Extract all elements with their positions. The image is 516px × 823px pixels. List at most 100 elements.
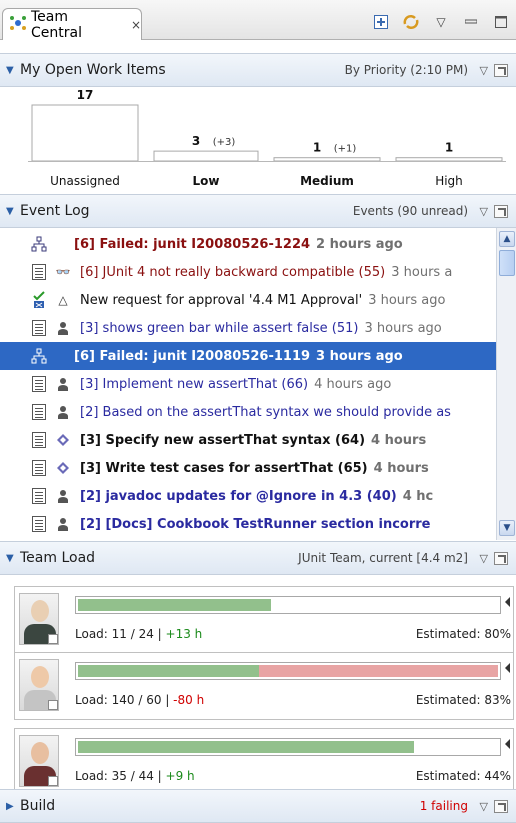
section-menu-icon[interactable]: ▽ xyxy=(480,552,488,565)
bar-value-label: 17 xyxy=(77,89,94,102)
event-log-title: Event Log xyxy=(20,203,90,219)
load-bar xyxy=(75,596,501,614)
expand-triangle-icon[interactable]: ▼ xyxy=(6,65,20,76)
sync-icon[interactable] xyxy=(402,14,420,30)
maximize-icon[interactable] xyxy=(492,14,510,30)
event-log-row[interactable]: [3] Write test cases for assertThat (65)… xyxy=(0,454,496,482)
event-log-text: [3] Write test cases for assertThat (65) xyxy=(80,460,368,476)
status-badge xyxy=(48,700,58,710)
event-log-summary[interactable]: Events (90 unread) xyxy=(353,204,468,218)
scroll-up-icon[interactable]: ▲ xyxy=(499,231,515,247)
load-delta: +13 h xyxy=(165,627,203,641)
person-icon xyxy=(54,319,72,337)
event-log-text: [2] Based on the assertThat syntax we sh… xyxy=(80,404,451,420)
view-menu-icon[interactable]: ▽ xyxy=(432,14,450,30)
event-log-row[interactable]: △ New request for approval '4.4 M1 Approv… xyxy=(0,286,496,314)
event-time-ago: 3 hours ago xyxy=(368,292,446,308)
bar-unassigned xyxy=(31,104,139,162)
event-time-ago: 3 hours ago xyxy=(316,348,403,364)
scroll-down-icon[interactable]: ▼ xyxy=(499,520,515,536)
event-time-ago: 4 hours ago xyxy=(314,376,392,392)
event-time-ago: 4 hc xyxy=(402,488,434,504)
load-bar xyxy=(75,662,501,680)
event-log-row[interactable]: [3] shows green bar while assert false (… xyxy=(0,314,496,342)
approval-icon xyxy=(30,291,48,309)
event-log-row[interactable]: [3] Specify new assertThat syntax (64) 4 … xyxy=(0,426,496,454)
event-log-text: [3] Implement new assertThat (66) xyxy=(80,376,309,392)
build-icon xyxy=(30,235,48,253)
open-editor-icon[interactable] xyxy=(494,204,508,218)
build-summary[interactable]: 1 failing xyxy=(420,799,468,813)
bar-change-label: (+3) xyxy=(213,137,236,148)
event-log-row[interactable]: [2] Based on the assertThat syntax we sh… xyxy=(0,398,496,426)
load-summary: Load: 11 / 24 | +13 h xyxy=(75,627,203,641)
bar-value-label: 1 xyxy=(313,141,321,155)
load-bar-fill xyxy=(78,665,259,677)
event-log-text: [2] javadoc updates for @Ignore in 4.3 (… xyxy=(80,488,397,504)
load-value: Load: 11 / 24 xyxy=(75,627,154,641)
event-log-text: [3] shows green bar while assert false (… xyxy=(80,320,359,336)
event-log-header[interactable]: ▼ Event Log Events (90 unread) ▽ xyxy=(0,194,516,228)
event-log-text: [6] JUnit 4 not really backward compatib… xyxy=(80,264,386,280)
avatar[interactable] xyxy=(19,593,59,645)
build-header[interactable]: ▶ Build 1 failing ▽ xyxy=(0,789,516,823)
open-editor-icon[interactable] xyxy=(494,799,508,813)
load-summary: Load: 35 / 44 | +9 h xyxy=(75,769,195,783)
event-log-row[interactable]: [2] javadoc updates for @Ignore in 4.3 (… xyxy=(0,482,496,510)
team-load-header[interactable]: ▼ Team Load JUnit Team, current [4.4 m2]… xyxy=(0,541,516,575)
team-member-load[interactable]: Load: 11 / 24 | +13 h Estimated: 80% xyxy=(14,586,514,654)
new-item-icon[interactable] xyxy=(372,14,390,30)
event-log-row[interactable]: [2] [Docs] Cookbook TestRunner section i… xyxy=(0,510,496,538)
section-menu-icon[interactable]: ▽ xyxy=(480,205,488,218)
work-items-summary[interactable]: By Priority (2:10 PM) xyxy=(345,63,468,77)
load-delta: +9 h xyxy=(165,769,195,783)
event-log-row[interactable]: [3] Implement new assertThat (66) 4 hours… xyxy=(0,370,496,398)
event-log-row[interactable]: 👓 [6] JUnit 4 not really backward compati… xyxy=(0,258,496,286)
estimated-percent: Estimated: 44% xyxy=(415,769,511,783)
binoculars-icon: 👓 xyxy=(55,265,71,279)
event-time-ago: 3 hours a xyxy=(391,264,453,280)
bar-high xyxy=(395,157,503,162)
status-badge xyxy=(48,776,58,786)
task-icon xyxy=(30,403,48,421)
team-member-load[interactable]: Load: 35 / 44 | +9 h Estimated: 44% xyxy=(14,728,514,796)
section-menu-icon[interactable]: ▽ xyxy=(480,64,488,77)
person-icon xyxy=(54,375,72,393)
task-icon xyxy=(30,459,48,477)
event-log-list[interactable]: [6] Failed: junit I20080526-1224 2 hours … xyxy=(0,228,516,540)
event-time-ago: 4 hours xyxy=(373,460,429,476)
event-log-row[interactable]: [6] Failed: junit I20080526-1224 2 hours … xyxy=(0,230,496,258)
collapsed-triangle-icon[interactable]: ▶ xyxy=(6,801,20,812)
load-delta: -80 h xyxy=(173,693,205,707)
event-log-scrollbar[interactable]: ▲ ▼ xyxy=(496,228,516,540)
minimize-icon[interactable] xyxy=(462,14,480,30)
load-bar-fill xyxy=(78,741,414,753)
task-icon xyxy=(30,319,48,337)
avatar[interactable] xyxy=(19,735,59,787)
close-icon[interactable]: × xyxy=(131,18,141,32)
event-log-row[interactable]: [6] Failed: junit I20080526-1119 3 hours … xyxy=(0,342,496,370)
task-icon xyxy=(30,515,48,533)
bar-low xyxy=(153,150,259,162)
open-editor-icon[interactable] xyxy=(494,551,508,565)
category-label: Medium xyxy=(300,174,354,188)
scroll-thumb[interactable] xyxy=(499,250,515,276)
work-items-header[interactable]: ▼ My Open Work Items By Priority (2:10 P… xyxy=(0,53,516,87)
work-items-chart-svg: 17 Unassigned 3 (+3) Low 1 (+1) Medium 1 High xyxy=(28,89,506,188)
work-items-chart: 17 Unassigned 3 (+3) Low 1 (+1) Medium 1 High xyxy=(0,89,516,193)
expand-triangle-icon[interactable]: ▼ xyxy=(6,206,20,217)
team-central-tab[interactable]: Team Central × xyxy=(2,8,142,41)
expand-triangle-icon[interactable]: ▼ xyxy=(6,553,20,564)
load-value: Load: 35 / 44 xyxy=(75,769,154,783)
team-member-load[interactable]: Load: 140 / 60 | -80 h Estimated: 83% xyxy=(14,652,514,720)
load-value: Load: 140 / 60 xyxy=(75,693,162,707)
team-load-summary[interactable]: JUnit Team, current [4.4 m2] xyxy=(298,551,468,565)
section-menu-icon[interactable]: ▽ xyxy=(480,800,488,813)
category-label: Low xyxy=(193,174,220,188)
bar-medium xyxy=(273,157,381,162)
avatar[interactable] xyxy=(19,659,59,711)
work-items-title: My Open Work Items xyxy=(20,62,166,78)
open-editor-icon[interactable] xyxy=(494,63,508,77)
category-label: High xyxy=(435,174,463,188)
category-label: Unassigned xyxy=(50,174,120,188)
